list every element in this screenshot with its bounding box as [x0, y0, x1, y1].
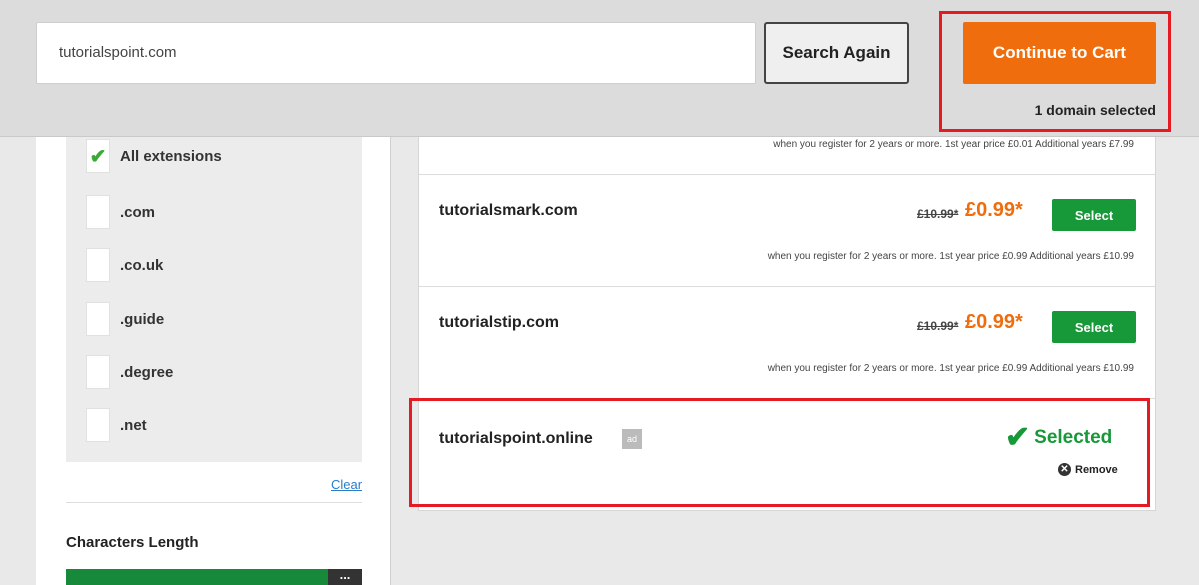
filter-item-degree[interactable]: .degree — [86, 355, 173, 389]
divider — [66, 502, 362, 503]
select-domain-button[interactable]: Select — [1052, 199, 1136, 231]
filter-item-all-extensions[interactable]: ✔ All extensions — [86, 139, 222, 173]
domain-result-row: tutorialsmark.com £10.99* £0.99* Select … — [419, 174, 1155, 286]
domains-selected-count: 1 domain selected — [1034, 102, 1156, 118]
selected-domain-highlight — [409, 398, 1150, 507]
clear-filters-link[interactable]: Clear — [331, 477, 362, 492]
price-note: when you register for 2 years or more. 1… — [767, 363, 1134, 374]
continue-to-cart-button[interactable]: Continue to Cart — [963, 22, 1156, 84]
characters-length-title: Characters Length — [66, 534, 199, 551]
filter-item-net[interactable]: .net — [86, 408, 147, 442]
extension-filter-list: ✔ All extensions .com .co.uk .guide .deg… — [66, 137, 362, 462]
price-note: when you register for 2 years or more. 1… — [767, 251, 1134, 262]
filter-sidebar: ✔ All extensions .com .co.uk .guide .deg… — [36, 137, 391, 585]
filter-label: .guide — [120, 310, 165, 328]
filter-label: .com — [120, 203, 156, 221]
select-domain-button[interactable]: Select — [1052, 311, 1136, 343]
checkbox[interactable] — [86, 302, 110, 336]
characters-length-slider[interactable] — [66, 569, 328, 585]
filter-item-co-uk[interactable]: .co.uk — [86, 248, 163, 282]
search-again-button[interactable]: Search Again — [764, 22, 909, 84]
old-price: £10.99* — [917, 319, 959, 333]
domain-search-input[interactable]: tutorialspoint.com — [36, 22, 756, 84]
filter-label: .net — [120, 416, 147, 434]
sale-price: £0.99* — [965, 311, 1023, 333]
filter-item-guide[interactable]: .guide — [86, 302, 164, 336]
search-header: tutorialspoint.com Search Again Continue… — [0, 0, 1199, 137]
price-note: when you register for 2 years or more. 1… — [773, 139, 1134, 150]
checkbox[interactable] — [86, 248, 110, 282]
old-price: £10.99* — [917, 207, 959, 221]
checkbox[interactable] — [86, 408, 110, 442]
filter-label: .co.uk — [120, 256, 164, 274]
filter-label: All extensions — [120, 147, 222, 165]
domain-name: tutorialstip.com — [439, 314, 560, 331]
domain-name: tutorialsmark.com — [439, 202, 578, 219]
checkbox[interactable] — [86, 195, 110, 229]
filter-item-com[interactable]: .com — [86, 195, 155, 229]
checkbox[interactable] — [86, 355, 110, 389]
more-options-icon[interactable]: ... — [328, 568, 362, 585]
filter-label: .degree — [120, 363, 174, 381]
checked-checkbox-icon[interactable]: ✔ — [86, 139, 110, 173]
domain-search-page: ✔ All extensions .com .co.uk .guide .deg… — [0, 0, 1199, 585]
sale-price: £0.99* — [965, 199, 1023, 221]
domain-result-row: tutorialstip.com £10.99* £0.99* Select w… — [419, 286, 1155, 398]
